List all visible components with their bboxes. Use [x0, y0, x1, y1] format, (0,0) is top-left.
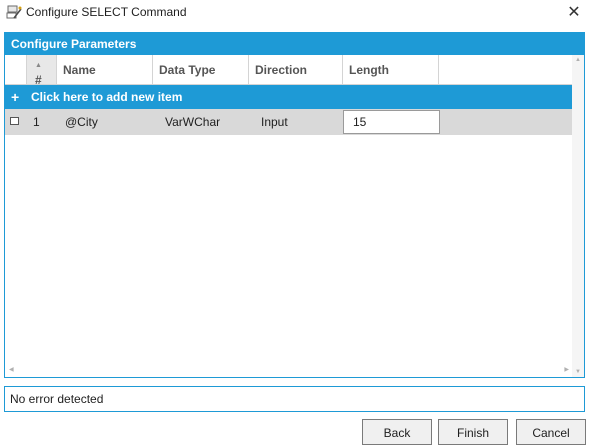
- parameters-grid: ▲ # Name Data Type Direction Length + Cl…: [5, 55, 573, 377]
- close-button[interactable]: ✕: [559, 0, 589, 24]
- parameters-panel: Configure Parameters ▲ # Name Data Type …: [4, 32, 585, 378]
- row-edit-indicator-icon: [10, 117, 19, 125]
- title-bar: Configure SELECT Command ✕: [0, 0, 589, 24]
- status-message: No error detected: [4, 386, 585, 412]
- add-new-item-label: Click here to add new item: [31, 90, 183, 104]
- add-new-item-row[interactable]: + Click here to add new item: [5, 85, 573, 109]
- finish-button[interactable]: Finish: [438, 419, 508, 445]
- scroll-left-icon[interactable]: ◀: [9, 366, 14, 373]
- vertical-scrollbar[interactable]: ▲ ▼: [572, 55, 584, 377]
- window-title: Configure SELECT Command: [26, 5, 187, 19]
- column-header-data-type[interactable]: Data Type: [153, 55, 249, 85]
- command-wand-icon: [6, 5, 22, 19]
- close-icon: ✕: [567, 4, 581, 21]
- cancel-button[interactable]: Cancel: [516, 419, 586, 445]
- table-row[interactable]: 1 @City VarWChar Input: [5, 109, 573, 135]
- cell-data-type[interactable]: VarWChar: [153, 109, 249, 135]
- scroll-up-icon[interactable]: ▲: [575, 57, 581, 63]
- length-input[interactable]: [343, 110, 440, 134]
- sort-ascending-icon: ▲: [35, 62, 42, 69]
- column-header-filler: [439, 55, 573, 85]
- scroll-right-icon[interactable]: ▶: [564, 366, 569, 373]
- row-indicator-header: [5, 55, 27, 85]
- cell-number[interactable]: 1: [27, 109, 57, 135]
- column-header-direction[interactable]: Direction: [249, 55, 343, 85]
- back-button[interactable]: Back: [362, 419, 432, 445]
- cell-direction[interactable]: Input: [249, 109, 343, 135]
- column-header-name[interactable]: Name: [57, 55, 153, 85]
- column-header-length[interactable]: Length: [343, 55, 439, 85]
- panel-header: Configure Parameters: [5, 33, 584, 55]
- plus-icon: +: [11, 89, 20, 105]
- grid-header-row: ▲ # Name Data Type Direction Length: [5, 55, 573, 87]
- scroll-down-icon[interactable]: ▼: [575, 369, 581, 375]
- column-header-number[interactable]: ▲ #: [27, 55, 57, 87]
- cell-name[interactable]: @City: [57, 109, 153, 135]
- horizontal-scrollbar[interactable]: ◀ ▶: [5, 365, 573, 377]
